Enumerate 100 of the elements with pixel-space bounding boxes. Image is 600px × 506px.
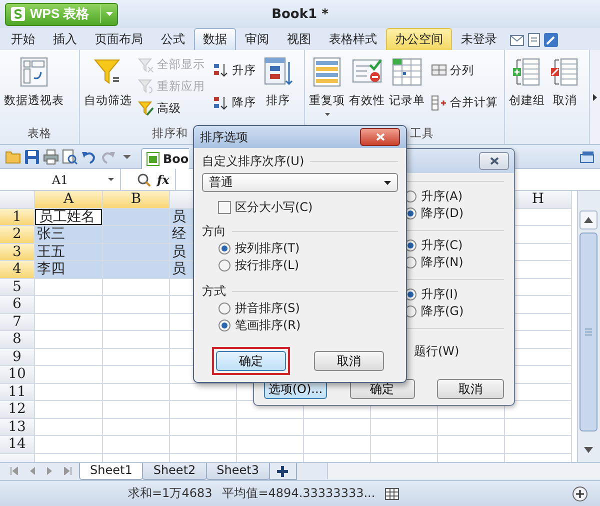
row-header[interactable]: 10 xyxy=(0,366,35,384)
dialog-title: 排序选项 xyxy=(200,128,248,146)
menu-tab[interactable]: 视图 xyxy=(278,28,320,50)
ribbon-button[interactable]: 分列 xyxy=(429,61,500,80)
table-cell xyxy=(103,314,170,331)
row-header[interactable]: 13 xyxy=(0,418,35,436)
sheet-tab[interactable]: Sheet1 xyxy=(79,463,144,480)
table-cell xyxy=(103,418,170,436)
section-heading: 自定义排序次序(U) xyxy=(202,152,304,170)
column-header[interactable]: A xyxy=(35,191,103,208)
table-cell xyxy=(371,436,438,454)
ribbon-button[interactable]: 降序 xyxy=(211,94,258,112)
ribbon-button[interactable]: 高级 xyxy=(136,99,207,118)
zoom-search-icon[interactable] xyxy=(137,172,151,186)
caret-icon xyxy=(106,12,114,16)
folder-icon[interactable] xyxy=(5,148,21,164)
group-label: 排序和 xyxy=(152,126,188,141)
dialog-button[interactable]: 取消 xyxy=(314,351,384,371)
table-cell xyxy=(438,436,505,454)
print-preview-icon[interactable] xyxy=(62,148,78,164)
ribbon-button[interactable]: 数据透视表 xyxy=(2,50,66,116)
table-cell: 张三 xyxy=(35,226,103,244)
dialog-button[interactable]: 确定 xyxy=(216,351,286,371)
table-cell xyxy=(170,401,237,418)
menu-tab[interactable]: 审阅 xyxy=(236,28,278,50)
table-cell xyxy=(103,278,170,296)
checkbox-label: 题行(W) xyxy=(414,343,460,360)
ribbon-button[interactable]: 升序 xyxy=(211,61,258,80)
dialog-button[interactable]: 取消 xyxy=(437,379,504,399)
row-header[interactable]: 4 xyxy=(0,261,35,278)
menu-tab[interactable]: 未登录 xyxy=(452,28,506,50)
row-header[interactable]: 7 xyxy=(0,314,35,331)
ribbon-button[interactable]: 取消 xyxy=(547,50,583,116)
document-tab[interactable]: Boo xyxy=(141,148,189,169)
row-header[interactable]: 12 xyxy=(0,401,35,418)
checkbox[interactable] xyxy=(218,201,231,214)
menu-tab[interactable]: 数据 xyxy=(194,28,236,50)
table-cell xyxy=(505,436,572,454)
menu-tab[interactable]: 插入 xyxy=(44,28,86,50)
ribbon-button[interactable]: 创建组 xyxy=(507,50,547,116)
table-cell xyxy=(35,278,103,296)
form-grid-icon xyxy=(391,56,423,88)
menu-tab[interactable]: 办公空间 xyxy=(386,28,452,50)
radio-button[interactable] xyxy=(218,259,231,272)
printer-icon[interactable] xyxy=(43,148,59,164)
sum-readout: 求和=1万4683 xyxy=(128,485,212,502)
dropdown[interactable]: 普通 xyxy=(202,173,398,192)
table-cell: 员工姓名 xyxy=(35,208,103,226)
table-cell xyxy=(237,436,304,454)
chevron-right-icon xyxy=(593,94,597,100)
row-header[interactable]: 1 xyxy=(0,208,35,226)
radio-button[interactable] xyxy=(218,242,231,255)
sheet-tab[interactable]: Sheet2 xyxy=(142,463,207,480)
sheet-tab[interactable]: Sheet3 xyxy=(206,463,270,480)
table-cell xyxy=(35,436,103,454)
row-header[interactable]: 5 xyxy=(0,278,35,296)
row-header[interactable]: 8 xyxy=(0,331,35,348)
column-header[interactable]: B xyxy=(103,191,170,208)
clear-filter-icon xyxy=(138,56,154,73)
table-cell xyxy=(304,436,371,454)
restore-window-icon[interactable] xyxy=(580,150,594,162)
menu-tab[interactable]: 公式 xyxy=(152,28,194,50)
edit-icon[interactable] xyxy=(544,32,558,46)
document-icon[interactable] xyxy=(528,32,540,46)
plus-icon xyxy=(277,466,288,476)
row-header[interactable]: 14 xyxy=(0,436,35,454)
radio-label: 降序(N) xyxy=(421,254,464,271)
table-cell xyxy=(35,418,103,436)
row-header[interactable]: 6 xyxy=(0,296,35,314)
table-cell xyxy=(35,348,103,366)
save-icon[interactable] xyxy=(24,148,40,164)
ribbon-button[interactable]: 合并计算 xyxy=(429,94,500,112)
window-title: Book1 * xyxy=(272,6,328,22)
menu-tab[interactable]: 表格样式 xyxy=(320,28,386,50)
row-header[interactable]: 11 xyxy=(0,384,35,401)
function-button[interactable]: fx xyxy=(157,172,170,186)
close-button[interactable] xyxy=(479,152,509,170)
radio-label: 升序(A) xyxy=(421,188,463,205)
ribbon-button[interactable]: 重复项 xyxy=(307,50,347,116)
row-header[interactable]: 9 xyxy=(0,348,35,366)
menu-tab[interactable]: 开始 xyxy=(2,28,44,50)
table-cell xyxy=(103,436,170,454)
row-header[interactable]: 2 xyxy=(0,226,35,244)
ribbon-button[interactable]: 记录单 xyxy=(387,50,427,116)
radio-button[interactable] xyxy=(218,302,231,315)
close-icon xyxy=(490,157,498,165)
zoom-in-icon[interactable] xyxy=(572,486,588,502)
row-header[interactable]: 3 xyxy=(0,244,35,261)
mail-icon[interactable] xyxy=(510,34,524,46)
radio-button[interactable] xyxy=(218,319,231,332)
close-button[interactable] xyxy=(360,128,400,146)
ribbon-button[interactable]: 排序 xyxy=(260,50,296,116)
table-cell xyxy=(35,366,103,384)
ribbon-button[interactable]: 自动筛选 xyxy=(82,50,134,116)
grid-view-icon[interactable] xyxy=(385,488,400,500)
ribbon-button[interactable]: 有效性 xyxy=(347,50,387,116)
menu-tab[interactable]: 页面布局 xyxy=(86,28,152,50)
table-cell xyxy=(103,348,170,366)
radio-label: 升序(C) xyxy=(421,237,463,254)
table-cell xyxy=(35,296,103,314)
